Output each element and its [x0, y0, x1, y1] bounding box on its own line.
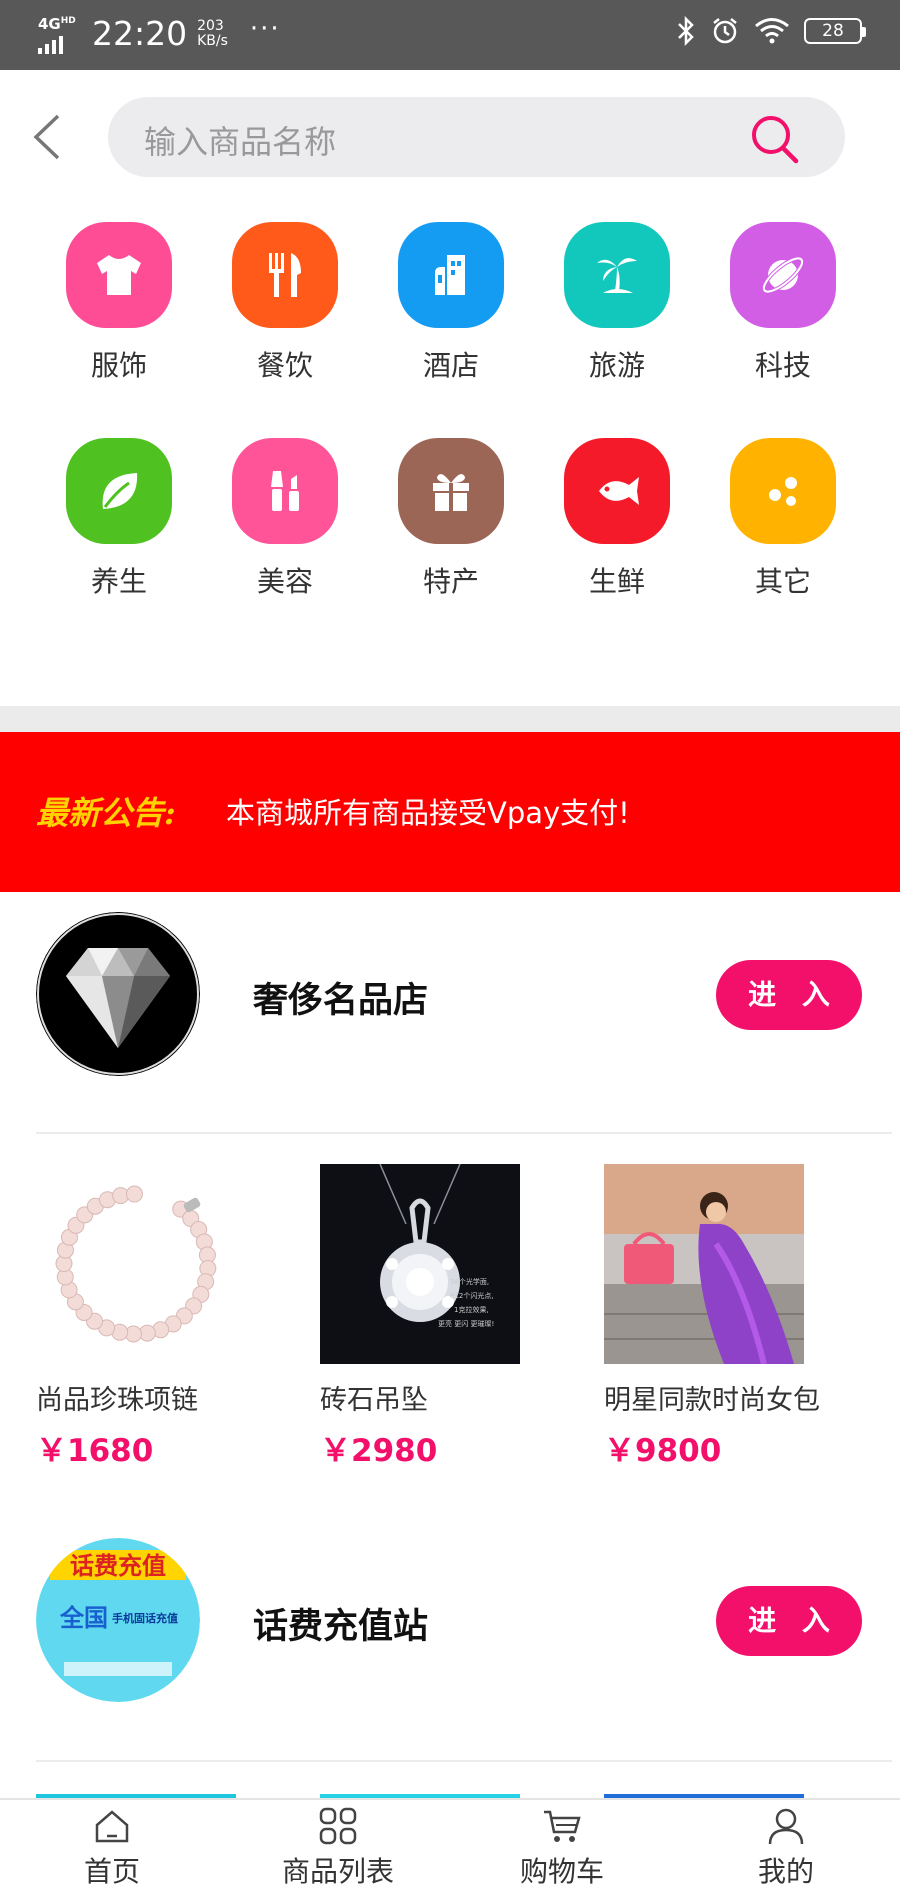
- enter-store-button[interactable]: 进 入: [716, 960, 862, 1030]
- product-price: ￥1680: [36, 1433, 154, 1469]
- category-label: 美容: [256, 565, 313, 598]
- product-name: 砖石吊坠: [320, 1385, 428, 1416]
- topup-logo-title: 话费充值: [70, 1552, 166, 1580]
- store-logo-diamond[interactable]: [36, 912, 200, 1076]
- product-price: ￥2980: [320, 1433, 438, 1469]
- category-wellness[interactable]: 养生: [36, 438, 202, 600]
- pendant-caption: 812个闪光点,: [450, 1291, 494, 1300]
- category-specialty[interactable]: 特产: [368, 438, 534, 600]
- product-name: 尚品珍珠项链: [36, 1385, 198, 1416]
- signal-icon: [38, 36, 80, 54]
- bluetooth-icon: [678, 16, 694, 46]
- palm-tree-icon: [564, 222, 670, 328]
- speed-unit: KB/s: [197, 33, 228, 49]
- store-name: 话费充值站: [253, 1607, 429, 1647]
- more-notifications: ···: [249, 14, 281, 44]
- category-fresh[interactable]: 生鲜: [534, 438, 700, 600]
- network-indicator: 4GHD: [38, 14, 80, 54]
- category-label: 养生: [90, 565, 147, 598]
- pendant-caption: 1克拉效果,: [454, 1305, 489, 1314]
- battery-level: 28: [822, 21, 844, 41]
- tab-cart[interactable]: 购物车: [472, 1806, 652, 1890]
- dots-icon: [730, 438, 836, 544]
- user-icon: [768, 1808, 804, 1845]
- tab-label: 购物车: [519, 1855, 604, 1888]
- bottom-tab-bar: 首页 商品列表 购物车 我的: [0, 1798, 900, 1900]
- status-bar: 4GHD 22:20 203 KB/s ··· 28: [0, 0, 900, 70]
- network-hd: HD: [60, 16, 76, 26]
- category-other[interactable]: 其它: [700, 438, 866, 600]
- store-name: 奢侈名品店: [253, 981, 429, 1021]
- network-type: 4G: [38, 15, 61, 33]
- category-label: 其它: [754, 565, 811, 598]
- category-label: 餐饮: [256, 349, 313, 382]
- battery-icon: 28: [804, 18, 866, 44]
- category-beauty[interactable]: 美容: [202, 438, 368, 600]
- gift-icon: [398, 438, 504, 544]
- tab-label: 首页: [83, 1855, 140, 1888]
- tab-product-list[interactable]: 商品列表: [248, 1806, 428, 1890]
- search-bar[interactable]: 输入商品名称: [108, 97, 845, 177]
- category-dining[interactable]: 餐饮: [202, 222, 368, 384]
- tab-home[interactable]: 首页: [22, 1806, 202, 1890]
- utensils-icon: [232, 222, 338, 328]
- product-card[interactable]: 尚品珍珠项链 ￥1680: [36, 1164, 296, 1470]
- topup-logo-text: 手机固话充值: [112, 1611, 178, 1625]
- category-label: 生鲜: [588, 565, 645, 598]
- search-input[interactable]: 输入商品名称: [144, 117, 336, 163]
- category-tech[interactable]: 科技: [700, 222, 866, 384]
- store-divider: [36, 1132, 892, 1134]
- planet-icon: [730, 222, 836, 328]
- speed-value: 203: [197, 18, 224, 34]
- tab-label: 我的: [757, 1855, 814, 1888]
- section-divider: [0, 706, 900, 732]
- network-speed: 203 KB/s: [197, 19, 228, 49]
- building-icon: [398, 222, 504, 328]
- category-label: 科技: [754, 349, 811, 382]
- cart-icon: [544, 1810, 581, 1842]
- cosmetics-icon: [232, 438, 338, 544]
- search-icon[interactable]: [749, 113, 801, 165]
- notice-title: 最新公告:: [36, 794, 176, 832]
- grid-icon: [319, 1807, 357, 1845]
- category-label: 酒店: [422, 349, 479, 382]
- home-icon: [95, 1810, 129, 1843]
- category-travel[interactable]: 旅游: [534, 222, 700, 384]
- store-divider: [36, 1760, 892, 1762]
- back-icon[interactable]: [28, 112, 68, 162]
- pearl: [125, 1185, 143, 1203]
- category-clothing[interactable]: 服饰: [36, 222, 202, 384]
- product-price: ￥9800: [604, 1433, 722, 1469]
- notice-text: 本商城所有商品接受Vpay支付!: [226, 796, 630, 830]
- pearl-necklace-image: [36, 1164, 236, 1364]
- category-hotel[interactable]: 酒店: [368, 222, 534, 384]
- store-logo-topup[interactable]: 话费充值 全国 手机固话充值: [36, 1538, 200, 1702]
- wifi-icon: [755, 18, 789, 44]
- shirt-icon: [66, 222, 172, 328]
- topup-logo-text: 全国: [59, 1604, 108, 1632]
- product-card[interactable]: 明星同款时尚女包 ￥9800: [604, 1164, 864, 1470]
- clock: 22:20: [92, 14, 188, 53]
- tab-label: 商品列表: [281, 1855, 394, 1888]
- pendant-caption: 更亮 更闪 更璀璨!: [438, 1319, 494, 1328]
- woman-handbag-image: [604, 1164, 804, 1365]
- enter-store-button[interactable]: 进 入: [716, 1586, 862, 1656]
- fish-icon: [564, 438, 670, 544]
- category-label: 旅游: [588, 349, 645, 382]
- topup-logo-icon: 话费充值 全国 手机固话充值: [36, 1538, 200, 1702]
- tab-mine[interactable]: 我的: [696, 1806, 876, 1890]
- leaf-icon: [66, 438, 172, 544]
- category-label: 服饰: [90, 349, 147, 382]
- product-name: 明星同款时尚女包: [604, 1385, 820, 1416]
- pendant-caption: 58个光学面,: [450, 1277, 489, 1286]
- product-card[interactable]: 58个光学面, 812个闪光点, 1克拉效果, 更亮 更闪 更璀璨! 砖石吊坠 …: [320, 1163, 580, 1470]
- notice-banner[interactable]: 最新公告: 本商城所有商品接受Vpay支付!: [0, 732, 900, 892]
- diamond-pendant-image: 58个光学面, 812个闪光点, 1克拉效果, 更亮 更闪 更璀璨!: [320, 1163, 520, 1364]
- category-label: 特产: [422, 565, 479, 598]
- alarm-icon: [713, 18, 737, 44]
- diamond-icon: [36, 912, 200, 1076]
